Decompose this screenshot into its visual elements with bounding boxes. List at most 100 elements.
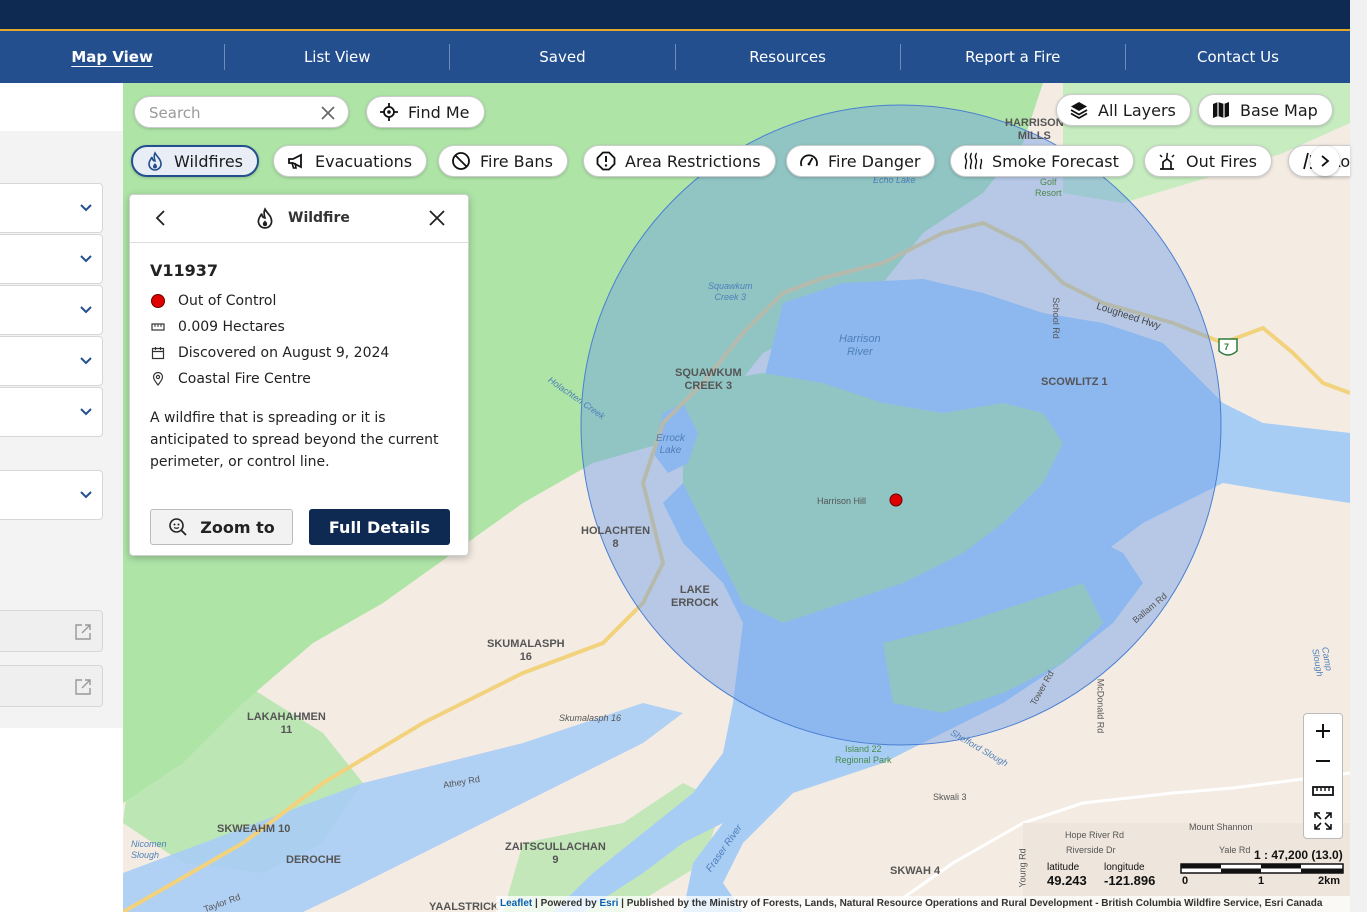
nav-list-view[interactable]: List View — [225, 44, 451, 70]
filter-evacuations-label: Evacuations — [315, 151, 413, 171]
fire-size: 0.009 Hectares — [178, 319, 285, 335]
base-map-label: Base Map — [1240, 100, 1318, 120]
zoom-out-button[interactable] — [1304, 746, 1342, 776]
measure-button[interactable] — [1304, 776, 1342, 806]
map-label-nicomen-slough: Nicomen Slough — [131, 839, 167, 860]
map-label-island-22: Island 22 Regional Park — [835, 744, 892, 765]
fire-icon — [257, 207, 273, 229]
sidebar-accordion-1[interactable] — [0, 183, 103, 233]
zoom-in-button[interactable] — [1304, 716, 1342, 746]
search-input[interactable] — [149, 103, 309, 123]
attribution-rest: | Published by the Ministry of Forests, … — [618, 898, 1323, 909]
popup-title-text: Wildfire — [288, 210, 350, 226]
map-label-harrison-mills: HARRISON MILLS — [1005, 117, 1064, 142]
zoom-to-button[interactable]: Zoom to — [150, 509, 293, 545]
sidebar-footer-blank — [0, 728, 123, 912]
map-label-hwy-7: 7 — [1224, 342, 1230, 352]
close-icon[interactable] — [320, 105, 336, 121]
sidebar-external-link-2[interactable] — [0, 665, 103, 707]
filter-smoke-forecast[interactable]: Smoke Forecast — [950, 145, 1134, 177]
scale-tick-0: 0 — [1182, 875, 1189, 887]
filter-fire-bans[interactable]: Fire Bans — [438, 145, 568, 177]
sidebar-accordion-4[interactable] — [0, 336, 103, 386]
main-nav: Map View List View Saved Resources Repor… — [0, 31, 1350, 83]
find-me-button[interactable]: Find Me — [366, 96, 485, 128]
ruler-icon — [150, 319, 166, 335]
scale-bar — [1180, 863, 1344, 874]
location-crosshair-icon — [380, 103, 398, 121]
map-label-lakahahmen: LAKAHAHMEN 11 — [247, 711, 326, 736]
filter-fire-bans-label: Fire Bans — [480, 151, 553, 171]
fire-discovered: Discovered on August 9, 2024 — [178, 345, 390, 361]
leaflet-link[interactable]: Leaflet — [500, 898, 532, 909]
sidebar-accordion-3[interactable] — [0, 285, 103, 335]
base-map-button[interactable]: Base Map — [1198, 94, 1333, 126]
map-label-zaitscullachan: ZAITSCULLACHAN 9 — [505, 841, 606, 866]
chevron-down-icon — [80, 491, 92, 499]
popup-header: Wildfire — [130, 195, 468, 243]
ruler-icon — [1312, 786, 1334, 796]
map-label-yale-rd: Yale Rd — [1219, 845, 1251, 855]
nav-resources[interactable]: Resources — [676, 44, 901, 70]
smoke-icon — [964, 152, 983, 170]
map-label-mcdonald-rd: McDonald Rd — [1095, 678, 1106, 734]
location-pin-icon — [150, 371, 166, 387]
map-label-skweahm: SKWEAHM 10 — [217, 823, 291, 835]
sidebar-header — [0, 83, 123, 131]
plus-icon — [1316, 724, 1330, 738]
filter-wildfires[interactable]: Wildfires — [131, 145, 259, 177]
full-details-button[interactable]: Full Details — [309, 509, 450, 545]
map-label-skwah: SKWAH 4 — [890, 865, 941, 877]
minus-icon — [1316, 760, 1330, 762]
warning-octagon-icon — [596, 151, 616, 171]
filter-fire-danger[interactable]: Fire Danger — [786, 145, 936, 177]
nav-saved[interactable]: Saved — [450, 44, 676, 70]
fullscreen-button[interactable] — [1304, 806, 1342, 836]
chevron-down-icon — [80, 204, 92, 212]
megaphone-icon — [288, 153, 302, 169]
layers-icon — [1070, 102, 1088, 120]
fire-centre: Coastal Fire Centre — [178, 371, 311, 387]
ban-icon — [452, 152, 470, 170]
fire-centre-row: Coastal Fire Centre — [150, 371, 311, 387]
map-icon — [1213, 102, 1229, 118]
nav-map-view[interactable]: Map View — [0, 44, 226, 70]
map-label-mount-shannon: Mount Shannon — [1189, 822, 1253, 832]
nav-contact-us[interactable]: Contact Us — [1126, 44, 1350, 70]
filter-area-restrictions-label: Area Restrictions — [625, 151, 761, 171]
map-label-golf-resort: Golf Resort — [1035, 177, 1062, 198]
status-dot-icon — [150, 293, 166, 309]
map-label-yaalstrick: YAALSTRICK — [429, 901, 499, 912]
fire-status-row: Out of Control — [150, 293, 276, 309]
map-label-school-rd: School Rd — [1050, 297, 1061, 339]
sidebar-accordion-2[interactable] — [0, 234, 103, 284]
map-label-errock-lake: Errock Lake — [656, 433, 685, 456]
map-attribution: Leaflet | Powered by Esri | Published by… — [496, 896, 1350, 912]
all-layers-button[interactable]: All Layers — [1056, 94, 1191, 126]
all-layers-label: All Layers — [1098, 100, 1176, 120]
filter-evacuations[interactable]: Evacuations — [273, 145, 428, 177]
nav-report-a-fire[interactable]: Report a Fire — [901, 44, 1126, 70]
filter-out-fires-label: Out Fires — [1186, 151, 1257, 171]
map-label-harrison-hill: Harrison Hill — [817, 496, 867, 506]
map-controls — [1303, 713, 1343, 839]
esri-link[interactable]: Esri — [600, 898, 619, 909]
filter-area-restrictions[interactable]: Area Restrictions — [583, 145, 776, 177]
chevron-down-icon — [80, 255, 92, 263]
filters-scroll-right-button[interactable] — [1310, 146, 1340, 176]
map-label-squawkum-creek-3: SQUAWKUM CREEK 3 — [675, 367, 742, 392]
longitude-value: -121.896 — [1104, 873, 1156, 888]
close-icon[interactable] — [428, 209, 446, 227]
sidebar-accordion-6[interactable] — [0, 470, 103, 520]
fire-discovered-row: Discovered on August 9, 2024 — [150, 345, 389, 361]
chevron-left-icon[interactable] — [152, 209, 170, 227]
map-label-deroche: DEROCHE — [286, 854, 342, 866]
filter-out-fires[interactable]: Out Fires — [1144, 145, 1272, 177]
calendar-icon — [150, 345, 166, 361]
chevron-down-icon — [80, 306, 92, 314]
powered-by-text: | Powered by — [532, 898, 600, 909]
sidebar-external-link-1[interactable] — [0, 610, 103, 652]
page-scrollbar[interactable] — [1350, 0, 1367, 912]
sidebar-accordion-5[interactable] — [0, 387, 103, 437]
fire-id: V11937 — [150, 261, 219, 280]
